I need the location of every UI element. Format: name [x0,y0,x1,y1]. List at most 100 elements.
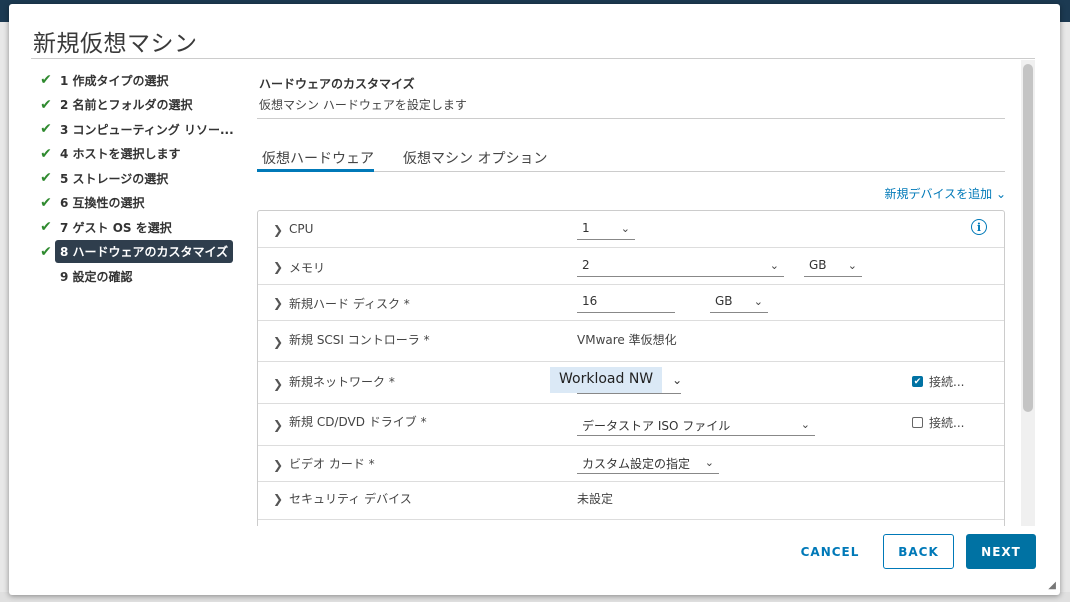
network-value: Workload NW [550,367,663,393]
chevron-down-icon: ⌄ [672,373,683,387]
check-icon: ✔ [40,96,52,113]
background-app-right [1060,22,1070,602]
check-icon: ✔ [40,219,52,236]
step-label: 3 コンピューティング リソー... [60,122,234,137]
tab-bar: 仮想ハードウェア 仮想マシン オプション [257,142,1005,172]
new-vm-dialog: 新規仮想マシン ✔ 1 作成タイプの選択 ✔ 2 名前とフォルダの選択 ✔ 3 … [9,4,1060,595]
step-2[interactable]: ✔ 2 名前とフォルダの選択 [37,93,247,118]
chevron-down-icon: ⌄ [704,456,714,469]
checkbox-checked-icon[interactable]: ✔ [912,376,923,387]
hw-row-scsi[interactable]: ❯ 新規 SCSI コントローラ * VMware 準仮想化 [258,321,1004,362]
next-button[interactable]: NEXT [966,534,1036,569]
hw-name: 新規ネットワーク * [289,375,395,389]
network-connect-checkbox[interactable]: ✔ 接続... [912,373,964,390]
check-icon: ✔ [40,170,52,187]
disk-unit-select[interactable]: GB ⌄ [710,293,768,313]
wizard-steps: ✔ 1 作成タイプの選択 ✔ 2 名前とフォルダの選択 ✔ 3 コンピューティン… [37,68,247,289]
chevron-right-icon[interactable]: ❯ [273,296,283,310]
step-label: 1 作成タイプの選択 [60,73,169,88]
chevron-right-icon[interactable]: ❯ [273,458,283,472]
step-label: 7 ゲスト OS を選択 [60,220,172,235]
chevron-right-icon[interactable]: ❯ [273,418,283,432]
chevron-down-icon: ⌄ [847,259,857,272]
hardware-table: ❯ CPU 1 ⌄ i ❯ メモリ 2 ⌄ GB ⌄ ❯ 新規ハード ディスク … [257,210,1005,526]
chevron-down-icon: ⌄ [620,222,630,235]
checkbox-unchecked-icon[interactable] [912,417,923,428]
chevron-right-icon[interactable]: ❯ [273,377,283,391]
step-label: 6 互換性の選択 [60,196,145,211]
chevron-right-icon[interactable]: ❯ [273,492,283,506]
step-label: 9 設定の確認 [60,269,133,284]
step-6[interactable]: ✔ 6 互換性の選択 [37,191,247,216]
memory-select[interactable]: 2 ⌄ [577,256,784,277]
chevron-right-icon[interactable]: ❯ [273,335,283,349]
dialog-title: 新規仮想マシン [33,31,198,57]
check-icon: ✔ [40,145,52,162]
step-label: 5 ストレージの選択 [60,171,169,186]
check-icon: ✔ [40,121,52,138]
disk-unit: GB [715,294,733,308]
hw-row-network[interactable]: ❯ 新規ネットワーク * Workload NW ⌄ ✔ 接続... [258,362,1004,404]
info-icon[interactable]: i [971,219,987,235]
hw-name: CPU [289,222,314,236]
hw-row-cpu[interactable]: ❯ CPU 1 ⌄ i [258,211,1004,248]
tab-vm-options[interactable]: 仮想マシン オプション [403,148,547,168]
title-divider [31,58,1035,59]
hw-name: セキュリティ デバイス [289,492,412,506]
cdrom-select[interactable]: データストア ISO ファイル ⌄ [577,414,815,436]
chevron-down-icon: ⌄ [769,259,779,272]
security-value: 未設定 [577,492,614,506]
content-panel: ハードウェアのカスタマイズ 仮想マシン ハードウェアを設定します 仮想ハードウェ… [257,60,1022,526]
memory-value: 2 [582,258,590,272]
scsi-value: VMware 準仮想化 [577,333,677,347]
hw-name: メモリ [289,261,326,275]
network-select[interactable]: Workload NW ⌄ [550,367,682,393]
hw-name: 新規ハード ディスク * [289,297,410,311]
step-5[interactable]: ✔ 5 ストレージの選択 [37,166,247,191]
disk-size-input[interactable]: 16 [577,293,675,313]
resize-handle-icon[interactable]: ◢ [1048,580,1056,591]
connect-label: 接続... [929,416,965,430]
chevron-right-icon[interactable]: ❯ [273,260,283,274]
cancel-button[interactable]: CANCEL [787,534,873,569]
chevron-down-icon: ⌄ [800,418,810,431]
step-label: 2 名前とフォルダの選択 [60,98,193,113]
video-select[interactable]: カスタム設定の指定 ⌄ [577,452,719,474]
add-device-label: 新規デバイスを追加 [884,187,993,201]
hw-row-memory[interactable]: ❯ メモリ 2 ⌄ GB ⌄ [258,248,1004,285]
disk-size-value: 16 [582,294,598,308]
chevron-down-icon: ⌄ [753,295,763,308]
step-label: 4 ホストを選択します [60,147,181,162]
content-scrollbar[interactable] [1021,60,1035,526]
hw-row-security[interactable]: ❯ セキュリティ デバイス 未設定 [258,482,1004,520]
memory-unit: GB [809,258,827,272]
add-device-link[interactable]: 新規デバイスを追加 ⌄ [884,185,1006,202]
cdrom-value: データストア ISO ファイル [582,419,731,433]
hw-row-disk[interactable]: ❯ 新規ハード ディスク * 16 GB ⌄ [258,285,1004,321]
memory-unit-select[interactable]: GB ⌄ [804,256,862,277]
step-9[interactable]: 9 設定の確認 [37,264,247,289]
network-underline [577,393,681,394]
cdrom-connect-checkbox[interactable]: 接続... [912,414,964,431]
video-value: カスタム設定の指定 [582,457,691,471]
chevron-right-icon[interactable]: ❯ [273,223,283,237]
cpu-select[interactable]: 1 ⌄ [577,219,635,240]
hw-name: 新規 CD/DVD ドライブ * [289,415,427,429]
check-icon: ✔ [40,194,52,211]
check-icon: ✔ [40,243,52,260]
hw-row-video[interactable]: ❯ ビデオ カード * カスタム設定の指定 ⌄ [258,446,1004,482]
step-label: 8 ハードウェアのカスタマイズ [55,240,234,264]
hw-row-cdrom[interactable]: ❯ 新規 CD/DVD ドライブ * データストア ISO ファイル ⌄ 接続.… [258,404,1004,446]
step-1[interactable]: ✔ 1 作成タイプの選択 [37,68,247,93]
tab-virtual-hardware[interactable]: 仮想ハードウェア [262,148,374,168]
chevron-down-icon: ⌄ [992,187,1006,201]
section-title: ハードウェアのカスタマイズ [259,77,415,91]
connect-label: 接続... [929,375,965,389]
back-button[interactable]: BACK [883,534,954,569]
check-icon: ✔ [40,72,52,89]
step-4[interactable]: ✔ 4 ホストを選択します [37,142,247,167]
step-3[interactable]: ✔ 3 コンピューティング リソー... [37,117,247,142]
step-7[interactable]: ✔ 7 ゲスト OS を選択 [37,215,247,240]
step-8-active[interactable]: ✔ 8 ハードウェアのカスタマイズ [37,240,247,265]
scrollbar-thumb[interactable] [1023,64,1033,412]
